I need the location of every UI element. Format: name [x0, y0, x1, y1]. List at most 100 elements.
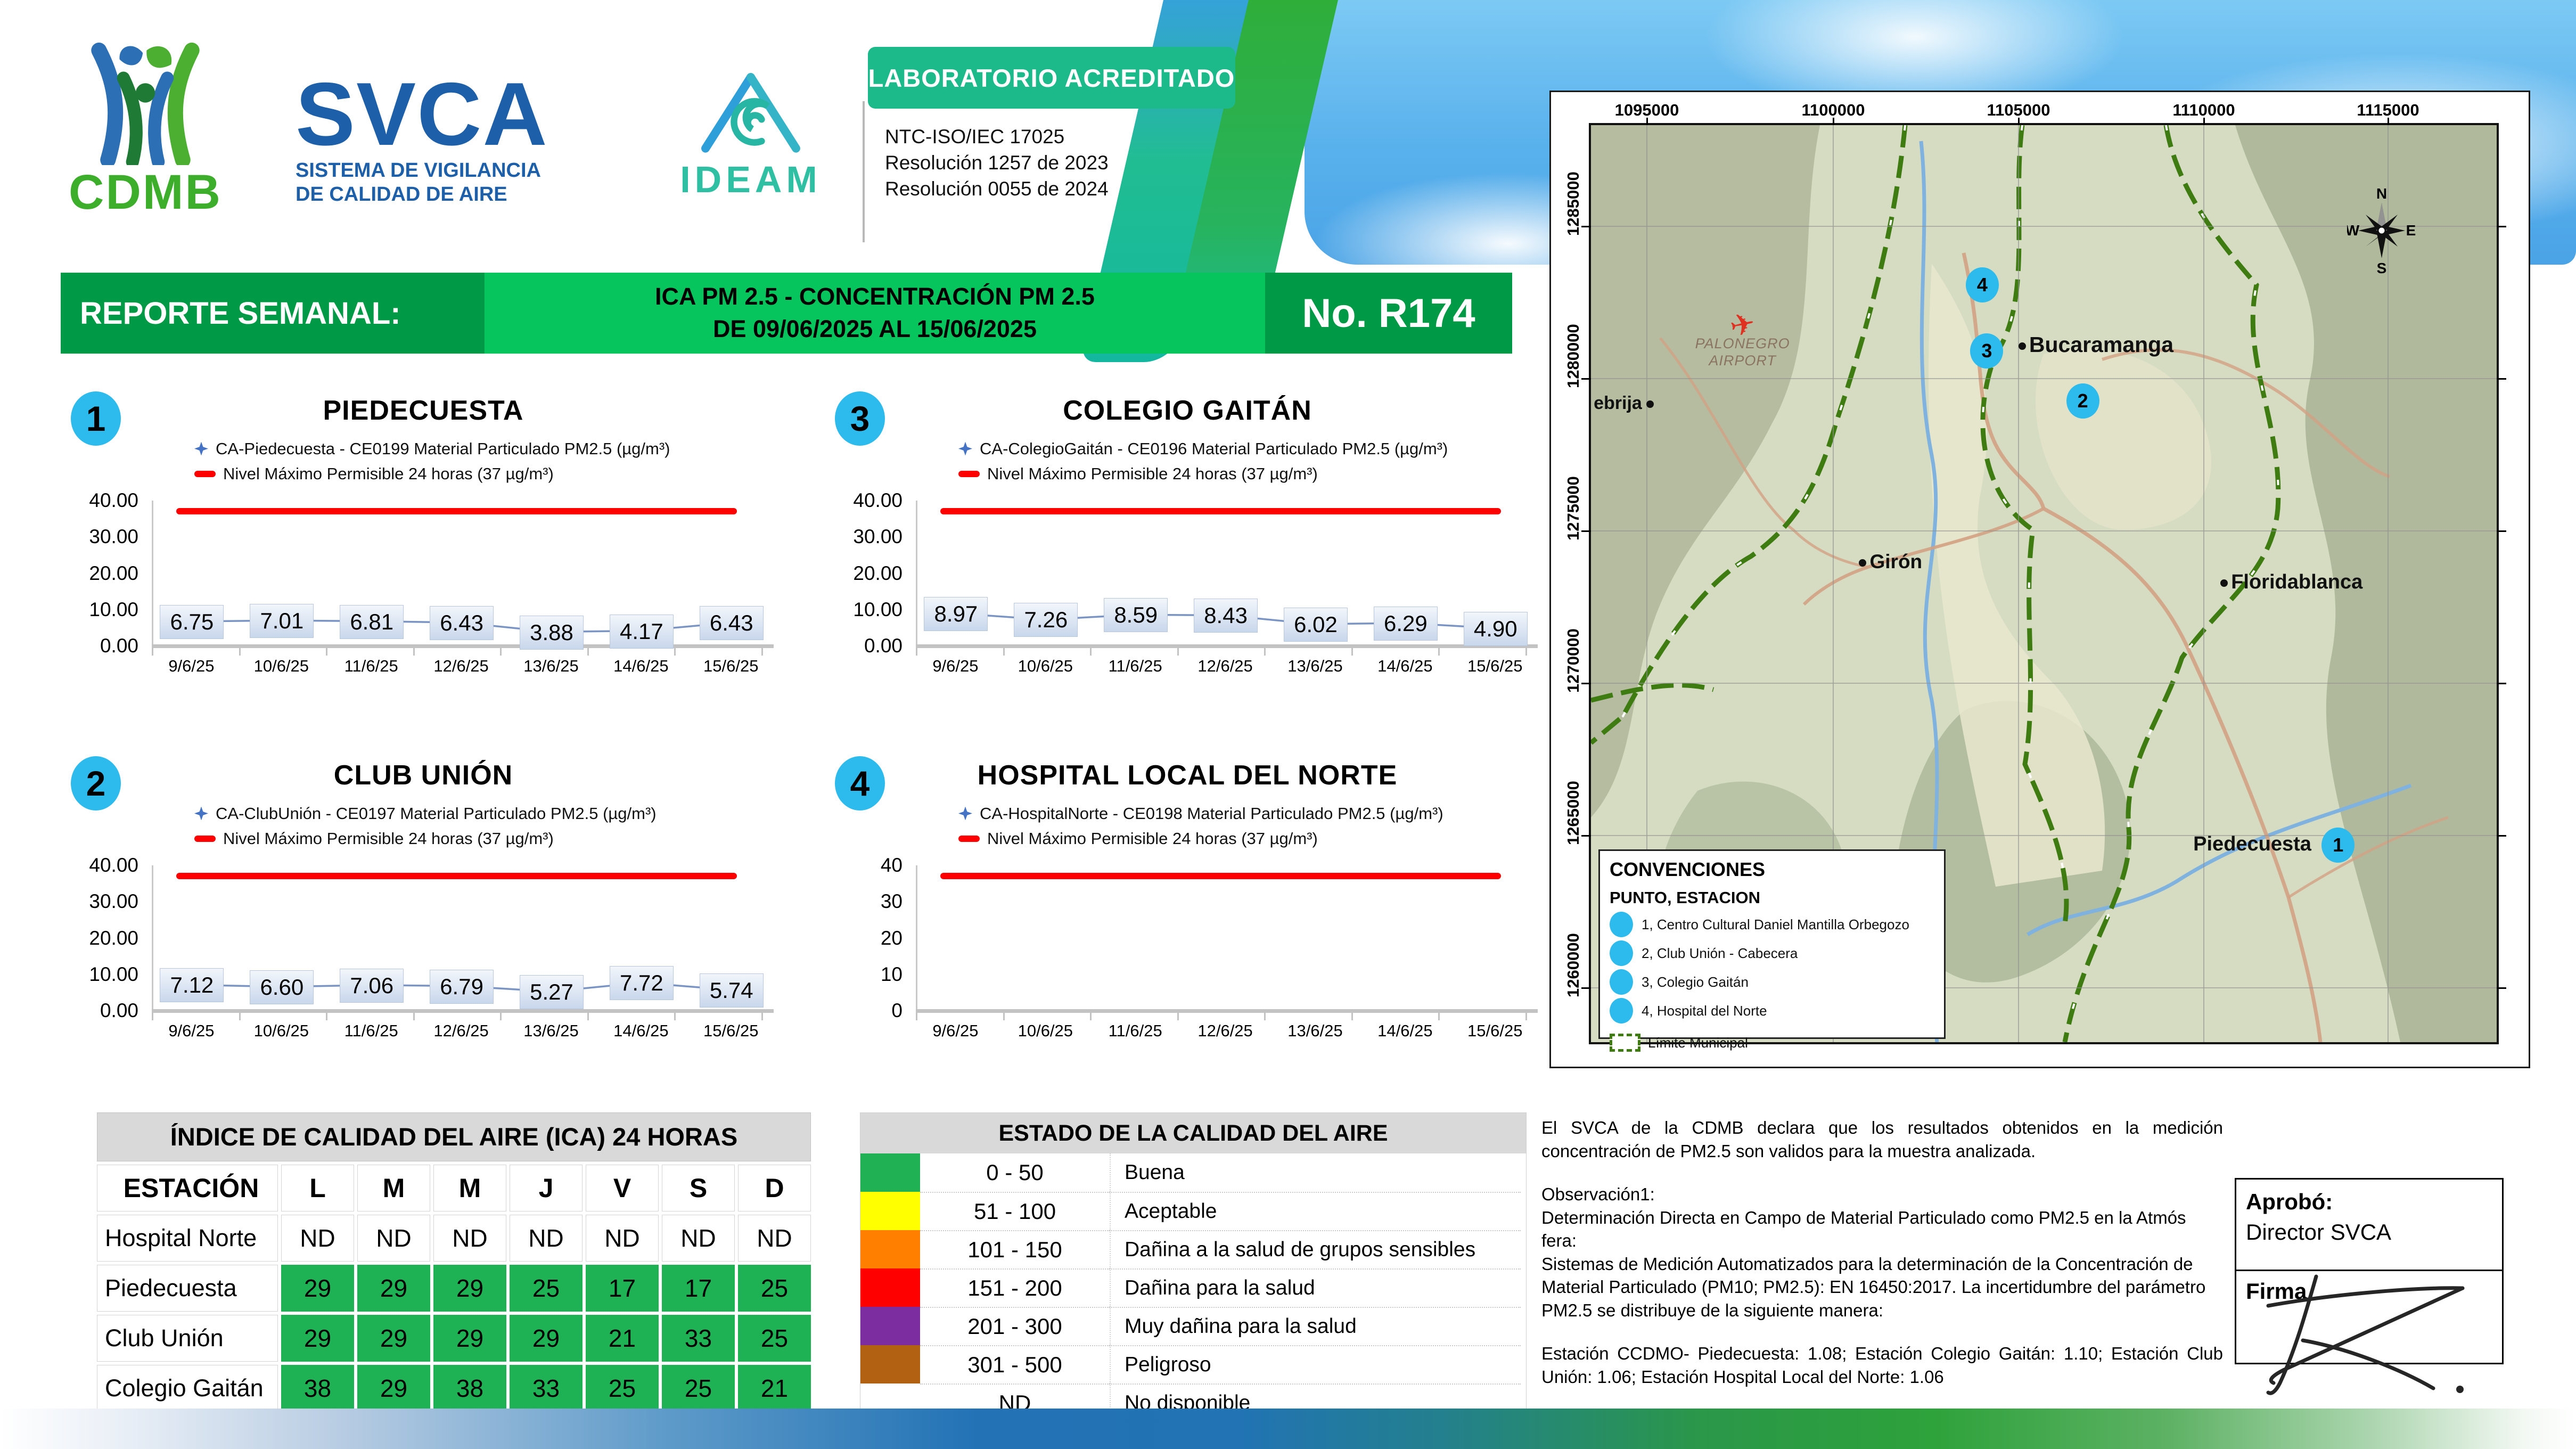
x-tick-label: 9/6/25	[932, 1021, 979, 1040]
limit-label: Nivel Máximo Permisible 24 horas (37 µg/…	[223, 829, 554, 848]
map-tick	[2203, 118, 2205, 125]
ica-value-cell: ND	[281, 1215, 354, 1262]
chart-legend: CA-Piedecuesta - CE0199 Material Particu…	[194, 436, 670, 486]
chart-legend: CA-ClubUnión - CE0197 Material Particula…	[194, 801, 657, 851]
data-point-label: 6.43	[430, 606, 494, 641]
x-tick-label: 12/6/25	[433, 1021, 489, 1040]
accredited-lab-badge: LABORATORIO ACREDITADO	[868, 47, 1235, 109]
ica-value-cell: ND	[662, 1215, 735, 1262]
y-tick-label: 20.00	[853, 562, 903, 584]
ica-value-cell: 29	[357, 1265, 430, 1312]
map-panel: Bucaramanga Girón Floridablanca Piedecue…	[1549, 91, 2530, 1068]
series-diamond-icon	[958, 806, 972, 821]
ica-value-cell: ND	[510, 1215, 583, 1262]
map-tick	[1833, 118, 1834, 125]
map-legend-item: 1, Centro Cultural Daniel Mantilla Orbeg…	[1610, 912, 1934, 937]
x-tick-label: 12/6/25	[433, 657, 489, 675]
city-label-floridablanca: Floridablanca	[2220, 571, 2362, 594]
estado-row: 51 - 100 Aceptable	[860, 1192, 1526, 1230]
observation-line: Observación1:	[1541, 1184, 1655, 1205]
map-x-coordinate: 1105000	[1987, 101, 2050, 119]
x-tick-label: 11/6/25	[1108, 657, 1162, 675]
accreditation-line: NTC-ISO/IEC 17025	[885, 126, 1065, 148]
limit-line	[940, 873, 1502, 880]
x-tick-label: 12/6/25	[1197, 1021, 1253, 1040]
map-x-coordinate: 1100000	[1801, 101, 1865, 119]
ica-value-cell: 17	[662, 1265, 735, 1312]
x-axis-tick	[413, 1013, 415, 1020]
estado-range: 301 - 500	[920, 1345, 1110, 1383]
data-point-label: 6.29	[1373, 607, 1438, 641]
svg-text:E: E	[2406, 222, 2416, 239]
weekly-air-quality-report: CDMB SVCA SISTEMA DE VIGILANCIA DE CALID…	[0, 0, 2576, 1449]
air-quality-state-table: ESTADO DE LA CALIDAD DEL AIRE 0 - 50 Buen…	[860, 1112, 1527, 1422]
signature-icon	[2266, 1274, 2465, 1395]
x-tick-label: 11/6/25	[344, 1021, 398, 1040]
estado-description: Buena	[1110, 1153, 1521, 1192]
map-legend-item-label: 1, Centro Cultural Daniel Mantilla Orbeg…	[1642, 916, 1909, 932]
x-tick-label: 9/6/25	[932, 657, 979, 675]
x-axis-tick	[1525, 648, 1527, 656]
cdmb-logo: CDMB	[63, 43, 228, 220]
estado-color-swatch	[860, 1192, 920, 1230]
series-label: CA-HospitalNorte - CE0198 Material Parti…	[980, 804, 1443, 823]
map-x-coordinate: 1115000	[2357, 101, 2419, 119]
chart-panel-top-right: 3 COLEGIO GAITÁN CA-ColegioGaitán - CE0196…	[825, 391, 1549, 711]
map-tick	[1581, 835, 1591, 837]
ica-value-cell: 25	[662, 1365, 735, 1412]
ica-value-cell: 29	[433, 1265, 506, 1312]
map-tick	[2497, 683, 2506, 684]
y-tick-label: 30	[880, 890, 903, 913]
map-tick	[1581, 226, 1591, 227]
estado-range: 51 - 100	[920, 1192, 1110, 1230]
x-tick-label: 13/6/25	[1287, 657, 1343, 675]
x-axis-tick	[326, 648, 328, 656]
station-marker-1: 1	[2321, 827, 2355, 863]
header-divider	[863, 101, 865, 242]
x-axis-tick	[1525, 1013, 1527, 1020]
y-tick-label: 0	[891, 1000, 903, 1021]
data-point-label: 6.81	[340, 604, 404, 639]
map-legend-title: CONVENCIONES	[1610, 858, 1766, 880]
ica-column-header: ESTACIÓN	[97, 1165, 278, 1211]
ica-value-cell: ND	[433, 1215, 506, 1262]
data-point-label: 6.43	[699, 606, 764, 641]
series-label: CA-Piedecuesta - CE0199 Material Particu…	[216, 439, 670, 458]
map-legend-limit-row: Límite Municipal	[1610, 1031, 1934, 1054]
limit-label: Nivel Máximo Permisible 24 horas (37 µg/…	[987, 464, 1318, 483]
estado-table-title: ESTADO DE LA CALIDAD DEL AIRE	[860, 1113, 1526, 1153]
map-legend-item-label: 3, Colegio Gaitán	[1642, 973, 1749, 990]
city-dot	[2220, 579, 2228, 587]
ica-column-header: M	[357, 1165, 430, 1211]
x-tick-label: 10/6/25	[253, 1021, 309, 1040]
observation-line: fera:	[1541, 1231, 1577, 1251]
map-tick	[2388, 118, 2389, 125]
ica-table: ÍNDICE DE CALIDAD DEL AIRE (ICA) 24 HORA…	[97, 1112, 811, 1412]
map-tick	[1581, 683, 1591, 684]
x-axis-tick	[1351, 648, 1353, 656]
map-tick	[2497, 835, 2506, 837]
map-tick	[1581, 530, 1591, 532]
map-y-coordinate: 1285000	[1564, 171, 1582, 236]
x-axis-tick	[1264, 648, 1266, 656]
x-axis-tick	[1003, 1013, 1005, 1020]
data-point-label: 7.12	[160, 968, 224, 1003]
chart-plot-area: 40.00 30.00 20.00 10.00 0.00 8.97 7.26 8.59 8.43…	[853, 489, 1538, 675]
station-point-icon	[1610, 912, 1633, 937]
map-tick	[2497, 226, 2506, 227]
station-point-icon	[1610, 969, 1633, 995]
observation-line: Sistemas de Medición Automatizados para …	[1541, 1254, 2206, 1320]
y-axis-line	[916, 865, 917, 1011]
city-dot	[1646, 400, 1654, 408]
legend-limit-row: Nivel Máximo Permisible 24 horas (37 µg/…	[194, 461, 670, 486]
airport-label: ✈ PALONEGRO AIRPORT	[1695, 305, 1790, 370]
legend-series-row: CA-Piedecuesta - CE0199 Material Particu…	[194, 436, 670, 461]
data-point-label: 5.27	[519, 975, 584, 1010]
x-tick-label: 9/6/25	[168, 1021, 215, 1040]
svca-subtitle-line1: SISTEMA DE VIGILANCIA	[296, 159, 541, 182]
x-axis-tick	[152, 648, 153, 656]
city-label-lebrija: ebrija	[1594, 393, 1654, 414]
map-tick	[2497, 378, 2506, 380]
map-legend-item: 3, Colegio Gaitán	[1610, 969, 1934, 995]
approval-box: Aprobó: Director SVCA Firma	[2235, 1178, 2504, 1395]
